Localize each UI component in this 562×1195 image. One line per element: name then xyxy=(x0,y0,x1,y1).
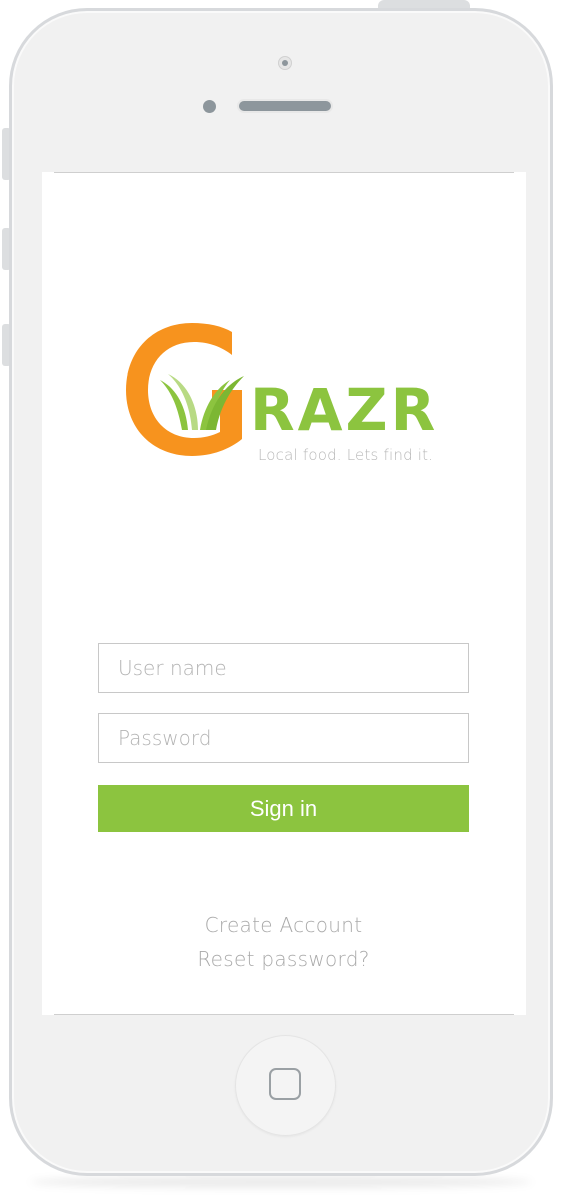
logo-g-mark-icon xyxy=(126,323,244,456)
screen-divider-bottom xyxy=(54,1014,514,1015)
sign-in-button[interactable]: Sign in xyxy=(98,785,469,832)
username-input[interactable] xyxy=(98,643,469,693)
create-account-link[interactable]: Create Account xyxy=(98,913,469,937)
device-stage: RAZR Local food. Lets find it. Sign in C… xyxy=(0,0,562,1195)
app-screen xyxy=(42,172,526,1015)
reset-password-link[interactable]: Reset password? xyxy=(98,947,469,971)
logo-wordmark: RAZR xyxy=(250,376,439,444)
front-camera-icon xyxy=(278,56,292,70)
screen-divider-top xyxy=(54,172,514,173)
grazr-logo: RAZR Local food. Lets find it. xyxy=(120,318,460,478)
phone-shadow xyxy=(30,1176,532,1188)
password-input[interactable] xyxy=(98,713,469,763)
proximity-sensor-icon xyxy=(203,100,216,113)
logo-tagline: Local food. Lets find it. xyxy=(258,446,434,464)
home-button-icon xyxy=(269,1068,301,1100)
earpiece-speaker-icon xyxy=(237,99,333,113)
home-button[interactable] xyxy=(235,1035,336,1136)
